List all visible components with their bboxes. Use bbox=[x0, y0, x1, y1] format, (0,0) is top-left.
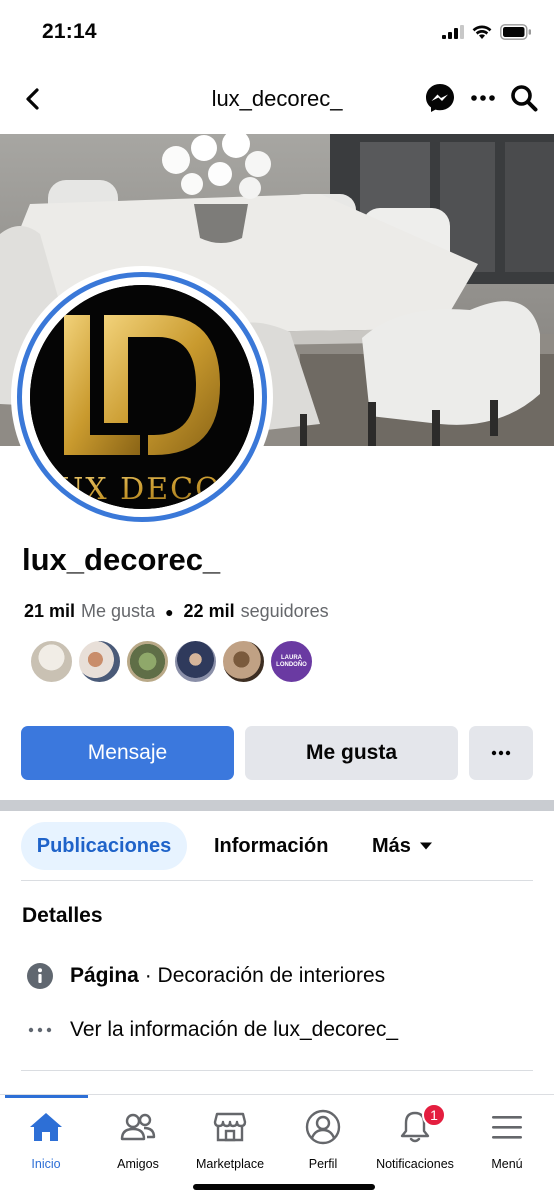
status-icons bbox=[442, 24, 532, 40]
home-indicator bbox=[193, 1184, 375, 1190]
section-divider bbox=[0, 800, 554, 811]
mutual-friends-avatars[interactable]: LAURA LONDOÑO bbox=[30, 640, 313, 683]
friend-avatar: LAURA LONDOÑO bbox=[270, 640, 313, 683]
tab-info[interactable]: Información bbox=[214, 822, 328, 870]
tabbar-label: Menú bbox=[491, 1157, 523, 1171]
tabbar-label: Perfil bbox=[308, 1157, 338, 1171]
more-options-button[interactable] bbox=[470, 85, 496, 116]
category-separator: · bbox=[138, 964, 158, 987]
details-divider bbox=[21, 1070, 533, 1071]
profile-picture[interactable]: LUX DECOR bbox=[11, 266, 273, 528]
likes-count: 21 mil bbox=[24, 601, 76, 621]
page-actions: Mensaje Me gusta bbox=[21, 726, 533, 780]
active-tab-indicator bbox=[5, 1095, 88, 1098]
like-button[interactable]: Me gusta bbox=[245, 726, 458, 780]
tabbar-label: Marketplace bbox=[195, 1157, 265, 1171]
story-ring: LUX DECOR bbox=[17, 272, 267, 522]
friend-avatar bbox=[78, 640, 121, 683]
tabbar-label: Inicio bbox=[31, 1157, 61, 1171]
tab-more[interactable]: Más bbox=[372, 822, 433, 870]
category-value: Decoración de interiores bbox=[157, 964, 386, 987]
messenger-button[interactable] bbox=[424, 82, 456, 119]
more-dots-icon bbox=[471, 95, 495, 101]
message-button[interactable]: Mensaje bbox=[21, 726, 234, 780]
friend-avatar bbox=[126, 640, 169, 683]
tab-posts[interactable]: Publicaciones bbox=[21, 822, 187, 870]
likes-label: Me gusta bbox=[81, 601, 156, 621]
more-dots-icon bbox=[491, 750, 511, 756]
details-heading: Detalles bbox=[22, 904, 103, 927]
tabbar-label: Amigos bbox=[117, 1157, 159, 1171]
info-icon bbox=[26, 962, 54, 990]
status-time: 21:14 bbox=[42, 20, 97, 43]
notification-badge: 1 bbox=[422, 1103, 446, 1127]
see-info-label: Ver la información de lux_decorec_ bbox=[70, 1018, 399, 1041]
page-category-row: Página · Decoración de interiores bbox=[26, 962, 385, 990]
battery-icon bbox=[500, 24, 531, 40]
menu-icon bbox=[487, 1107, 527, 1147]
cellular-signal-icon bbox=[442, 25, 464, 39]
friends-icon bbox=[118, 1107, 158, 1147]
messenger-icon bbox=[426, 84, 454, 112]
see-info-link[interactable]: Ver la información de lux_decorec_ bbox=[26, 1016, 398, 1044]
home-icon bbox=[26, 1107, 66, 1147]
logo-text: LUX DECOR bbox=[38, 472, 247, 507]
friend-avatar bbox=[174, 640, 217, 683]
ellipsis-icon bbox=[26, 1016, 54, 1044]
friend-avatar bbox=[222, 640, 265, 683]
caret-down-icon bbox=[419, 842, 432, 850]
followers-count: 22 mil bbox=[183, 601, 235, 621]
tabbar-label: Notificaciones bbox=[376, 1157, 454, 1171]
lux-decor-logo: LUX DECOR bbox=[30, 285, 254, 509]
wifi-icon bbox=[472, 24, 492, 39]
page-name: lux_decorec_ bbox=[22, 542, 221, 577]
tabbar-menu[interactable]: Menú bbox=[452, 1107, 554, 1171]
page-header: lux_decorec_ bbox=[0, 70, 554, 130]
stats-separator: ● bbox=[165, 603, 174, 620]
logo-image: LUX DECOR bbox=[30, 285, 254, 509]
header-actions bbox=[424, 82, 538, 119]
profile-icon bbox=[303, 1107, 343, 1147]
more-actions-button[interactable] bbox=[469, 726, 533, 780]
tab-more-label: Más bbox=[372, 834, 411, 857]
friend-badge-text: LAURA LONDOÑO bbox=[276, 654, 307, 668]
friend-avatar bbox=[30, 640, 73, 683]
tabs-divider bbox=[21, 880, 533, 881]
marketplace-icon bbox=[210, 1107, 250, 1147]
status-bar: 21:14 bbox=[0, 0, 554, 66]
followers-label: seguidores bbox=[240, 601, 329, 621]
bottom-tab-bar: Inicio Amigos Marketplace Perfil 1 Notif… bbox=[0, 1094, 554, 1200]
page-stats: 21 mil Me gusta ● 22 mil seguidores bbox=[24, 601, 329, 622]
profile-tabs: Publicaciones Información Más bbox=[21, 822, 533, 882]
category-label: Página bbox=[70, 964, 139, 987]
search-icon bbox=[511, 85, 538, 112]
search-button[interactable] bbox=[510, 84, 538, 117]
